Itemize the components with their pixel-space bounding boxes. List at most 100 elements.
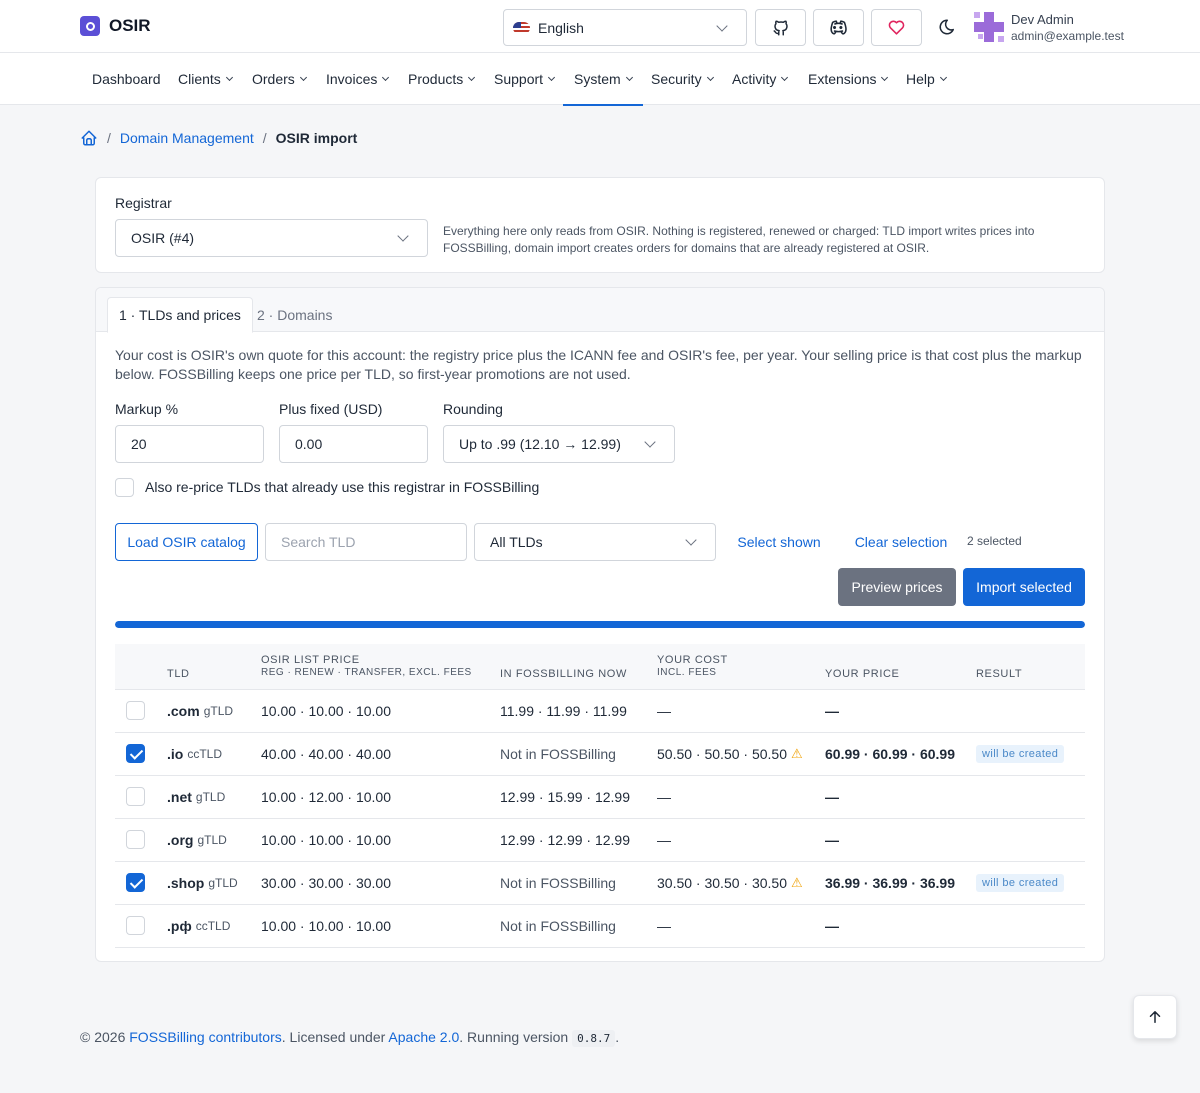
sponsor-button[interactable] [871, 9, 922, 46]
nav-support[interactable]: Support [494, 53, 556, 105]
nav-extensions[interactable]: Extensions [808, 53, 889, 105]
chevron-down-icon [625, 73, 633, 82]
reprice-checkbox[interactable] [115, 478, 134, 497]
import-selected-button[interactable]: Import selected [963, 568, 1085, 606]
us-flag-icon [513, 21, 530, 34]
nav-orders[interactable]: Orders [252, 53, 307, 105]
user-name[interactable]: Dev Admin [1011, 12, 1074, 27]
table-header: TLD OSIR list price Reg · Renew · Transf… [115, 644, 1085, 690]
row-checkbox[interactable] [126, 744, 145, 763]
result-cell: will be created [976, 862, 1065, 904]
registrar-selected: OSIR (#4) [131, 230, 195, 246]
markup-input[interactable] [115, 425, 264, 463]
nav-activity[interactable]: Activity [732, 53, 789, 105]
current-price-cell: Not in FOSSBilling [500, 918, 616, 934]
table-row[interactable]: .net gTLD 10.00 · 12.00 · 10.00 12.99 · 15.… [115, 776, 1085, 819]
row-checkbox[interactable] [126, 701, 145, 720]
footer-license-link[interactable]: Apache 2.0 [388, 1029, 459, 1045]
breadcrumb: / Domain Management / OSIR import [80, 129, 357, 147]
clear-selection-button[interactable]: Clear selection [844, 523, 958, 561]
chevron-down-icon [706, 73, 714, 82]
nav-dashboard[interactable]: Dashboard [92, 53, 161, 105]
tld-kind: gTLD [203, 704, 234, 718]
tld-name: .shop [167, 875, 205, 891]
th-cost: Your cost incl. fees [657, 654, 728, 678]
table-row[interactable]: .рф ccTLD 10.00 · 10.00 · 10.00 Not in FOSS… [115, 905, 1085, 948]
table-row[interactable]: .org gTLD 10.00 · 10.00 · 10.00 12.99 · 12.… [115, 819, 1085, 862]
main-nav: Dashboard Clients Orders Invoices Produc… [0, 53, 1200, 106]
pricing-description: Your cost is OSIR's own quote for this a… [115, 347, 1082, 382]
nav-invoices[interactable]: Invoices [326, 53, 390, 105]
cost-cell: 50.50 · 50.50 · 50.50 ⚠ [657, 733, 803, 775]
price-cell: — [825, 918, 839, 934]
nav-security[interactable]: Security [651, 53, 714, 105]
selected-count: 2 selected [967, 534, 1022, 548]
cost-cell: — [657, 905, 671, 947]
preview-prices-button[interactable]: Preview prices [838, 568, 956, 606]
rounding-label: Rounding [443, 401, 503, 417]
tld-cell: .net gTLD [167, 776, 225, 818]
select-shown-button[interactable]: Select shown [728, 523, 830, 561]
search-tld-input[interactable] [265, 523, 467, 561]
github-button[interactable] [755, 9, 806, 46]
brand-name: OSIR [109, 16, 151, 35]
home-icon[interactable] [80, 129, 98, 147]
list-price-cell: 10.00 · 10.00 · 10.00 [261, 918, 391, 934]
tld-kind: ccTLD [187, 747, 223, 761]
row-checkbox[interactable] [126, 873, 145, 892]
nav-system[interactable]: System [563, 53, 643, 106]
price-cell: — [825, 832, 839, 848]
cost-cell: — [657, 776, 671, 818]
table-row[interactable]: .shop gTLD 30.00 · 30.00 · 30.00 Not in FOS… [115, 862, 1085, 905]
table-row[interactable]: .com gTLD 10.00 · 10.00 · 10.00 11.99 · 11.… [115, 690, 1085, 733]
brand[interactable]: OSIR [80, 16, 151, 36]
cost-cell: 30.50 · 30.50 · 30.50 ⚠ [657, 862, 803, 904]
cost-value: — [657, 789, 671, 805]
load-catalog-button[interactable]: Load OSIR catalog [115, 523, 258, 561]
registrar-select[interactable]: OSIR (#4) [115, 219, 428, 257]
chevron-down-icon [225, 73, 233, 82]
list-price-cell: 30.00 · 30.00 · 30.00 [261, 875, 391, 891]
footer-contributors-link[interactable]: FOSSBilling contributors [129, 1029, 282, 1045]
result-cell: will be created [976, 733, 1065, 775]
breadcrumb-domain-management[interactable]: Domain Management [120, 130, 254, 146]
breadcrumb-separator: / [107, 130, 111, 146]
tld-filter-select[interactable]: All TLDs [474, 523, 716, 561]
footer-licensed: . Licensed under [281, 1029, 386, 1045]
result-badge: will be created [976, 874, 1065, 892]
rounding-select[interactable]: Up to .99 (12.10 → 12.99) [443, 425, 675, 463]
avatar[interactable] [974, 12, 1004, 42]
scroll-to-top-button[interactable] [1133, 995, 1177, 1039]
row-checkbox[interactable] [126, 916, 145, 935]
price-cell: 60.99 · 60.99 · 60.99 [825, 746, 955, 762]
chevron-down-icon [397, 230, 409, 242]
tld-cell: .shop gTLD [167, 862, 238, 904]
row-checkbox[interactable] [126, 787, 145, 806]
row-checkbox[interactable] [126, 830, 145, 849]
dark-mode-toggle-icon[interactable] [938, 18, 956, 36]
chevron-down-icon [382, 73, 390, 82]
tab-domains[interactable]: 2 · Domains [246, 297, 343, 333]
tld-name: .io [167, 746, 184, 762]
footer-copyright: © 2026 [80, 1029, 126, 1045]
chevron-down-icon [548, 73, 556, 82]
th-cost-sub: incl. fees [657, 667, 717, 678]
language-selected: English [538, 19, 584, 36]
language-select[interactable]: English [503, 9, 747, 46]
cost-cell: — [657, 819, 671, 861]
nav-products[interactable]: Products [408, 53, 476, 105]
current-price-cell: Not in FOSSBilling [500, 875, 616, 891]
footer-version: 0.8.7 [572, 1030, 616, 1047]
list-price-cell: 10.00 · 10.00 · 10.00 [261, 832, 391, 848]
nav-clients[interactable]: Clients [178, 53, 233, 105]
github-icon [773, 20, 788, 35]
current-price-cell: Not in FOSSBilling [500, 746, 616, 762]
price-cell: — [825, 703, 839, 719]
table-row[interactable]: .io ccTLD 40.00 · 40.00 · 40.00 Not in FOSS… [115, 733, 1085, 776]
cost-value: 50.50 · 50.50 · 50.50 [657, 746, 787, 762]
tab-tlds-and-prices[interactable]: 1 · TLDs and prices [107, 297, 253, 333]
discord-button[interactable] [813, 9, 864, 46]
fixed-input[interactable] [279, 425, 428, 463]
chevron-down-icon [939, 73, 947, 82]
nav-help[interactable]: Help [906, 53, 947, 105]
